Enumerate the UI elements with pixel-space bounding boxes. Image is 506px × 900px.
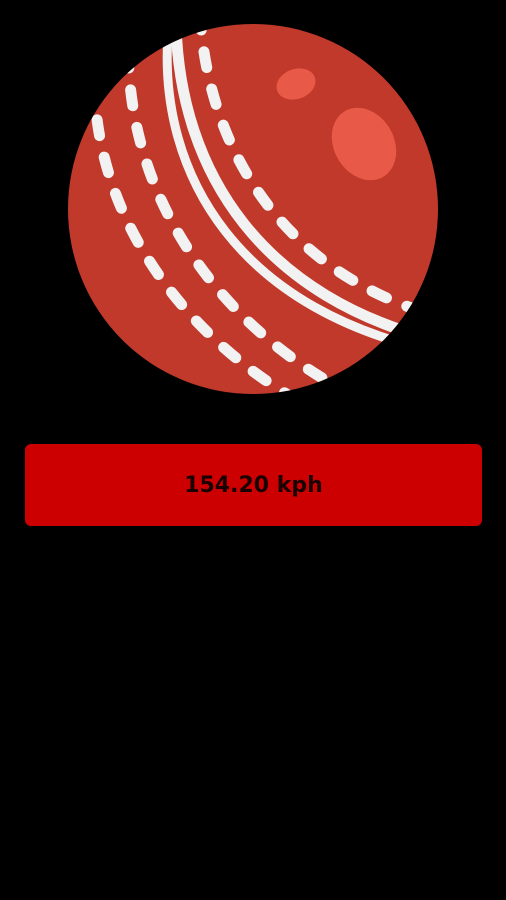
speed-value: 154.20 kph xyxy=(184,472,323,498)
speed-display-button[interactable]: 154.20 kph xyxy=(25,444,482,526)
app-screen: 154.20 kph xyxy=(0,0,506,900)
cricket-ball-icon xyxy=(68,24,438,394)
